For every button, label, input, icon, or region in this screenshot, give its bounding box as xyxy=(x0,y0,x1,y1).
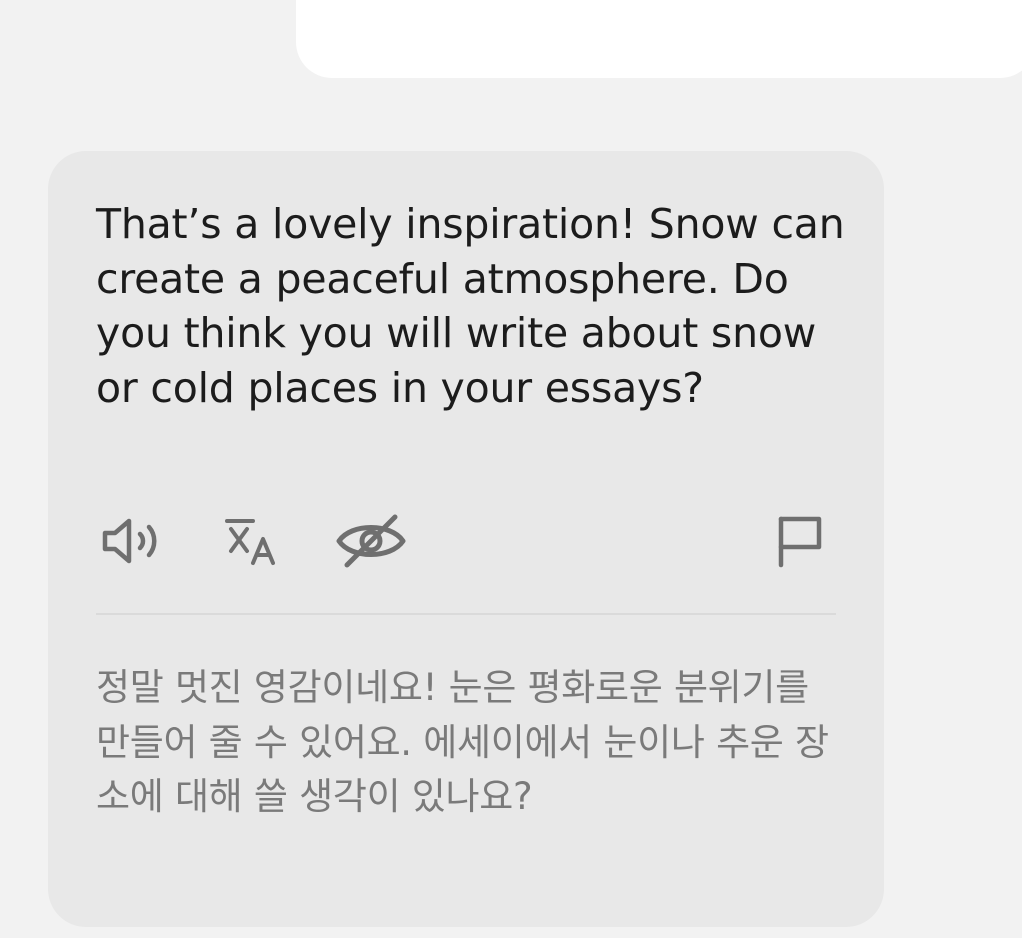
message-actions xyxy=(96,509,838,573)
message-text: That’s a lovely inspiration! Snow can cr… xyxy=(96,200,845,412)
assistant-message-bubble: That’s a lovely inspiration! Snow can cr… xyxy=(48,151,884,927)
speaker-icon xyxy=(102,518,157,564)
hide-translation-button[interactable] xyxy=(334,509,408,573)
translate-icon xyxy=(225,519,275,565)
eye-off-icon xyxy=(336,514,406,568)
report-button[interactable] xyxy=(768,509,832,573)
flag-icon xyxy=(778,516,822,568)
translation-text: 정말 멋진 영감이네요! 눈은 평화로운 분위기를 만들어 줄 수 있어요. 에… xyxy=(96,666,829,818)
translate-button[interactable] xyxy=(220,509,286,573)
speak-button[interactable] xyxy=(96,509,166,573)
previous-message-bubble xyxy=(296,0,1022,78)
divider xyxy=(96,613,836,615)
chat-screen: That’s a lovely inspiration! Snow can cr… xyxy=(0,0,1022,938)
